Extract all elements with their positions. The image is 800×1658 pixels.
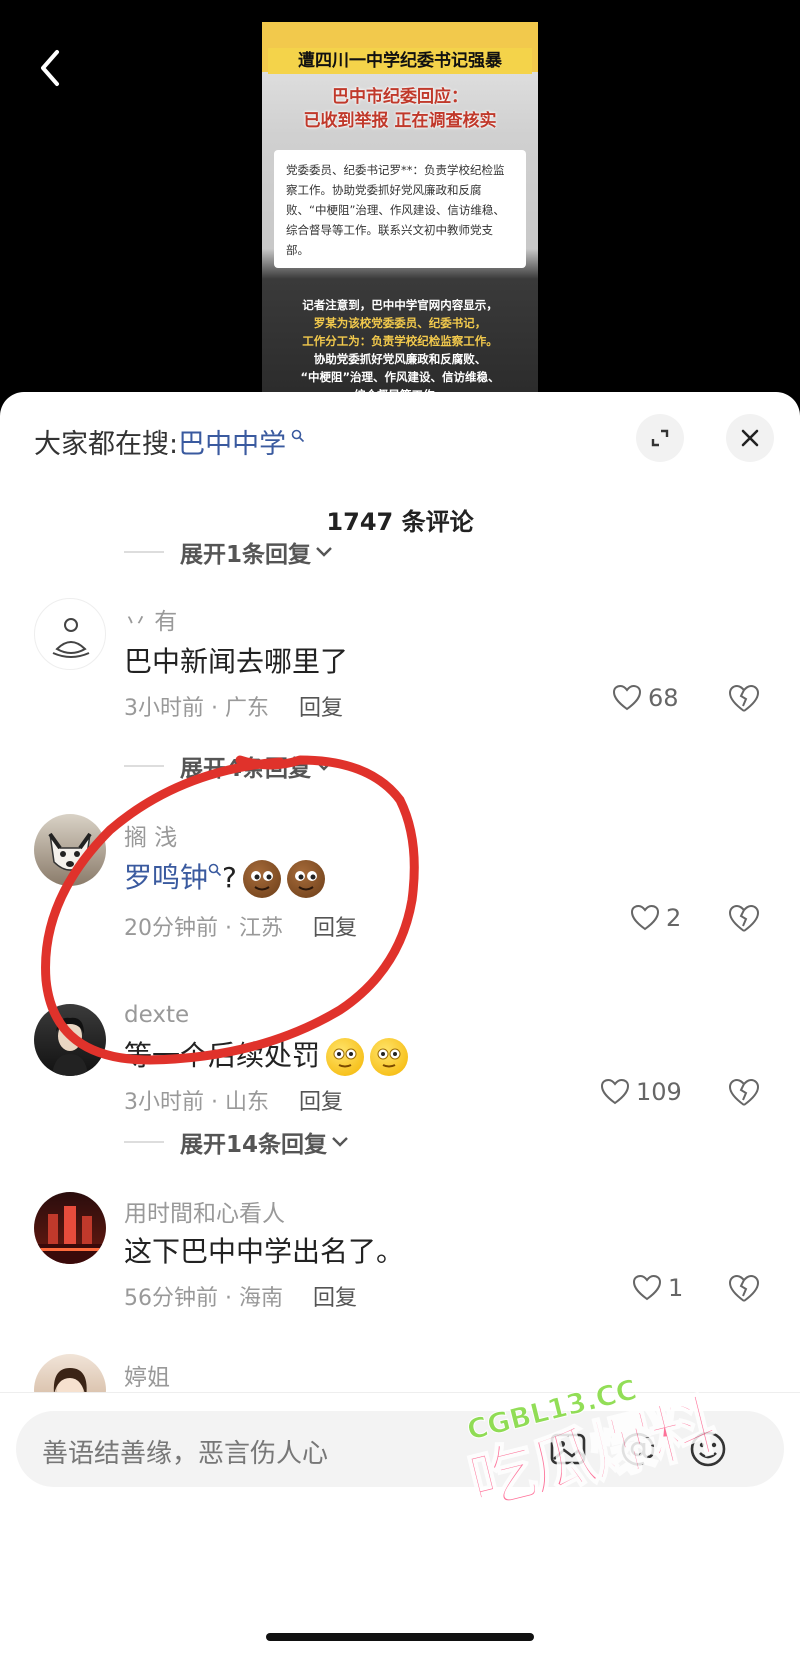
poop-emoji-icon: [242, 860, 281, 898]
like-button[interactable]: 1: [632, 1274, 683, 1302]
dizzy-face-emoji-icon: [370, 1038, 409, 1076]
divider: [124, 1141, 164, 1143]
dizzy-face-emoji-icon: [326, 1038, 365, 1076]
image-icon[interactable]: [546, 1427, 590, 1471]
broken-heart-icon: [728, 684, 760, 712]
divider: [124, 551, 164, 553]
expand-replies-label: 展开4条回复: [180, 756, 312, 782]
like-button[interactable]: 68: [612, 684, 679, 712]
search-icon: [286, 428, 305, 447]
heart-icon: [632, 1274, 662, 1301]
avatar[interactable]: [34, 1192, 106, 1264]
comment-meta: 20分钟前 · 江苏 回复: [124, 910, 357, 942]
video-thumbnail[interactable]: 遭四川一中学纪委书记强暴 巴中市纪委回应： 已收到举报 正在调查核实 党委委员、…: [262, 22, 538, 400]
dislike-button[interactable]: [728, 684, 764, 720]
search-suggestion-prefix: 大家都在搜:: [34, 429, 179, 460]
expand-icon: [651, 429, 669, 447]
broken-heart-icon: [728, 1078, 760, 1106]
expand-replies-label: 展开1条回复: [180, 542, 312, 568]
like-count: 68: [648, 684, 679, 712]
reply-button[interactable]: 回复: [313, 1286, 357, 1311]
heart-icon: [600, 1078, 630, 1105]
chevron-left-icon: [41, 50, 59, 86]
divider: [124, 765, 164, 767]
comment-time-location: 3小时前 · 山东: [124, 1090, 269, 1115]
avatar[interactable]: [34, 598, 106, 670]
comment-input[interactable]: 善语结善缘，恶言伤人心: [16, 1411, 784, 1487]
thumb-caption-line: “中梗阻”治理、作风建设、信访维稳、: [300, 370, 500, 384]
comment-meta: 3小时前 · 广东 回复: [124, 690, 343, 722]
dislike-button[interactable]: [728, 1274, 764, 1310]
like-button[interactable]: 109: [600, 1078, 682, 1106]
expand-sheet-button[interactable]: [636, 414, 684, 462]
comment-input-placeholder: 善语结善缘，恶言伤人心: [42, 1439, 329, 1469]
chevron-down-icon: [315, 546, 333, 558]
chevron-down-icon: [315, 760, 333, 772]
comment-input-bar: 善语结善缘，恶言伤人心: [0, 1392, 800, 1658]
comment-count: 1747 条评论: [326, 508, 474, 536]
thumb-caption-line: 罗某为该校党委委员、纪委书记，: [313, 316, 487, 330]
close-icon: [741, 429, 759, 447]
comment-linked-term[interactable]: 罗鸣钟: [124, 861, 208, 894]
comment-time-location: 20分钟前 · 江苏: [124, 916, 283, 941]
comment-text: 罗鸣钟?: [124, 856, 325, 898]
comment-meta: 56分钟前 · 海南 回复: [124, 1280, 357, 1312]
comment-username[interactable]: 搁 浅: [124, 818, 177, 852]
comment-username[interactable]: dexte: [124, 1002, 189, 1028]
like-button[interactable]: 2: [630, 904, 681, 932]
close-sheet-button[interactable]: [726, 414, 774, 462]
comment-text: 巴中新闻去哪里了: [124, 645, 349, 678]
home-indicator: [266, 1633, 534, 1641]
thumb-subheadline-1: 巴中市纪委回应：: [332, 87, 468, 107]
comment-text-content: 等一个后续处罚: [124, 1039, 321, 1072]
thumb-caption-line: 记者注意到，巴中中学官网内容显示，: [302, 298, 498, 312]
expand-replies-button[interactable]: 展开14条回复: [124, 1124, 349, 1160]
dislike-button[interactable]: [728, 904, 764, 940]
like-count: 109: [636, 1078, 682, 1106]
comment-text: 这下巴中中学出名了。: [124, 1235, 405, 1268]
search-suggestion[interactable]: 大家都在搜:巴中中学: [34, 422, 305, 461]
search-icon: [208, 863, 222, 881]
comment-username[interactable]: 婷姐: [124, 1358, 170, 1392]
heart-icon: [630, 904, 660, 931]
search-suggestion-term[interactable]: 巴中中学: [178, 429, 286, 460]
thumb-caption-line: 工作分工为：负责学校纪检监察工作。: [302, 334, 498, 348]
thumb-caption-line: 协助党委抓好党风廉政和反腐败、: [313, 352, 487, 366]
reply-button[interactable]: 回复: [313, 916, 357, 941]
comment-username[interactable]: 用时間和心看人: [124, 1194, 285, 1228]
back-button[interactable]: [26, 44, 74, 92]
like-count: 1: [668, 1274, 684, 1302]
poop-emoji-icon: [286, 860, 325, 898]
thumb-subheadline-2: 已收到举报 正在调查核实: [303, 111, 497, 131]
comment-meta: 3小时前 · 山东 回复: [124, 1084, 343, 1116]
chevron-down-icon: [331, 1136, 349, 1148]
comment-time-location: 56分钟前 · 海南: [124, 1286, 283, 1311]
expand-replies-button[interactable]: 展开1条回复: [124, 534, 333, 570]
avatar[interactable]: [34, 814, 106, 886]
comment-text: 等一个后续处罚: [124, 1034, 409, 1076]
broken-heart-icon: [728, 904, 760, 932]
comment-time-location: 3小时前 · 广东: [124, 696, 269, 721]
like-count: 2: [666, 904, 682, 932]
reply-button[interactable]: 回复: [299, 696, 343, 721]
avatar[interactable]: [34, 1004, 106, 1076]
mention-icon[interactable]: [616, 1427, 660, 1471]
heart-icon: [612, 684, 642, 711]
reply-button[interactable]: 回复: [299, 1090, 343, 1115]
emoji-icon[interactable]: [686, 1427, 730, 1471]
video-area[interactable]: 遭四川一中学纪委书记强暴 巴中市纪委回应： 已收到举报 正在调查核实 党委委员、…: [0, 0, 800, 400]
thumb-caption: 记者注意到，巴中中学官网内容显示， 罗某为该校党委委员、纪委书记， 工作分工为：负责…: [262, 292, 538, 400]
dislike-button[interactable]: [728, 1078, 764, 1114]
comment-suffix: ?: [222, 861, 237, 894]
comment-sheet: 大家都在搜:巴中中学 1747 条评论 展开1条回复 丷 有 巴中新闻去哪里了 …: [0, 392, 800, 1658]
thumb-headline: 遭四川一中学纪委书记强暴: [268, 48, 532, 74]
thumb-info-card: 党委委员、纪委书记罗**：负责学校纪检监察工作。协助党委抓好党风廉政和反腐败、“…: [274, 150, 526, 268]
comment-username[interactable]: 丷 有: [124, 602, 177, 636]
broken-heart-icon: [728, 1274, 760, 1302]
expand-replies-button[interactable]: 展开4条回复: [124, 748, 333, 784]
expand-replies-label: 展开14条回复: [180, 1132, 328, 1158]
